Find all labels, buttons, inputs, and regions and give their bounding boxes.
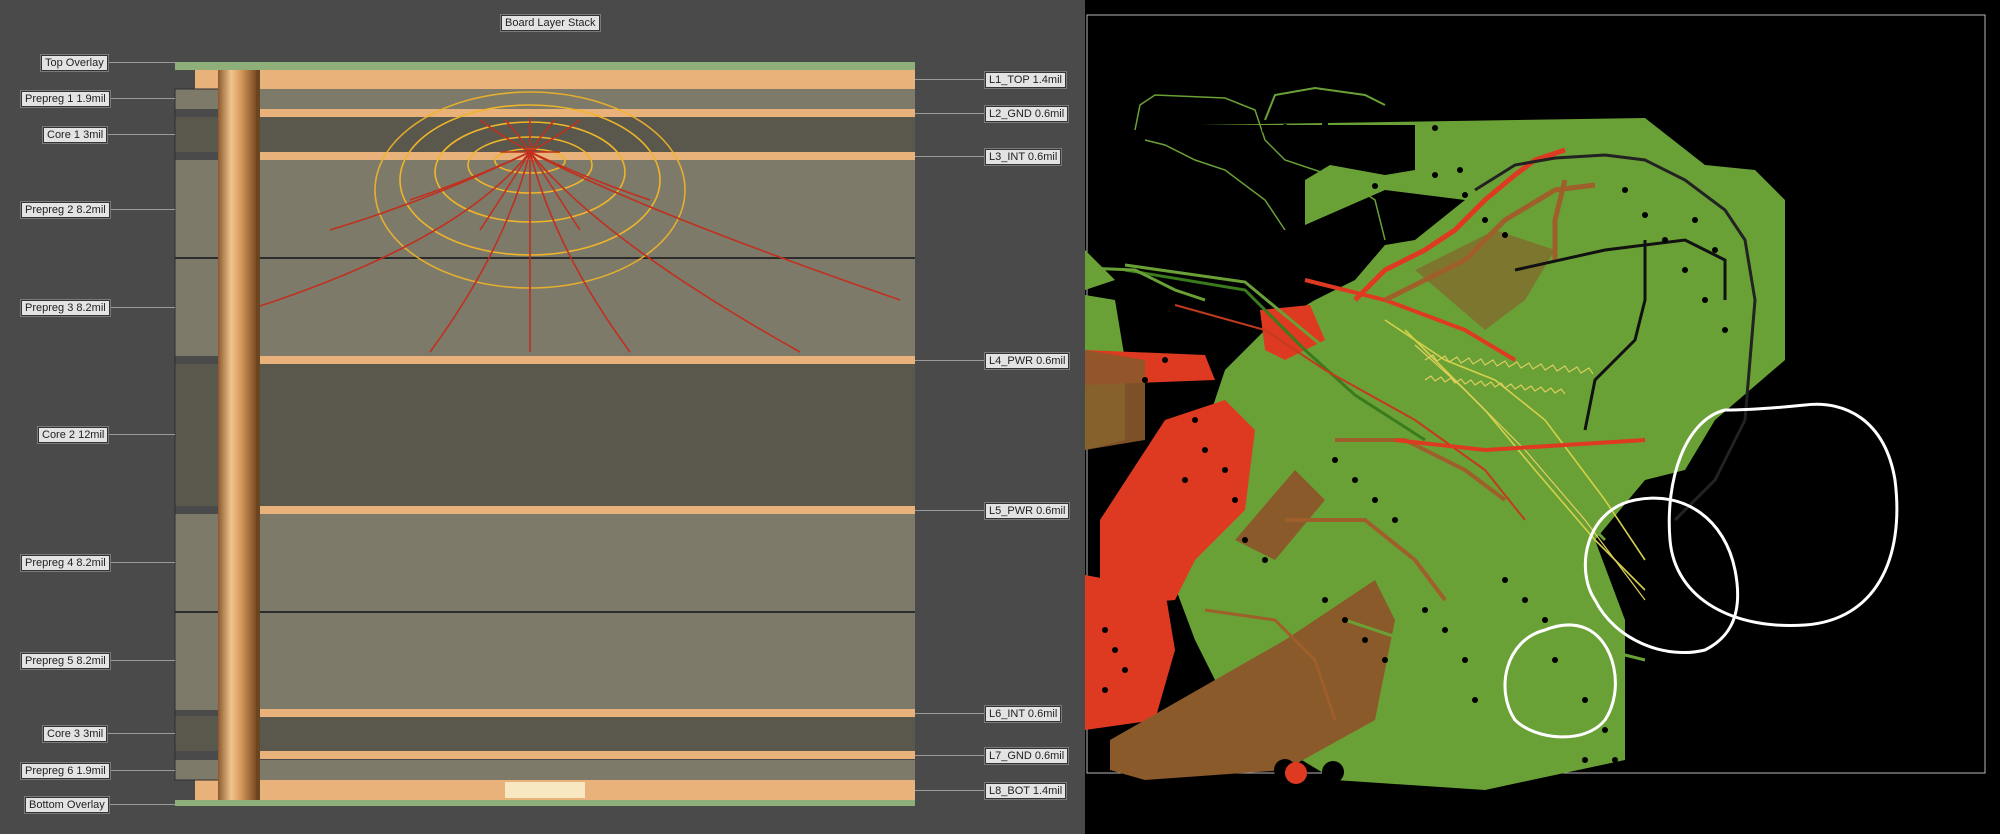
label-l2-gnd: L2_GND 0.6mil: [984, 105, 1070, 123]
via-barrel-icon: [218, 70, 256, 800]
test-pad-red: [1285, 762, 1307, 784]
label-l3-int: L3_INT 0.6mil: [984, 148, 1063, 166]
copper-l7-gnd: [258, 751, 915, 759]
label-prepreg-5: Prepreg 5 8.2mil: [20, 652, 111, 670]
label-top-overlay: Top Overlay: [40, 54, 109, 72]
label-l5-pwr: L5_PWR 0.6mil: [984, 502, 1071, 520]
label-core-2: Core 2 12mil: [37, 426, 110, 444]
label-l6-int: L6_INT 0.6mil: [984, 705, 1063, 723]
label-l1-top: L1_TOP 1.4mil: [984, 71, 1067, 89]
prepreg-4-block: [175, 514, 915, 612]
copper-l4-pwr: [258, 356, 915, 364]
pcb-canvas[interactable]: [1085, 0, 2000, 834]
test-pad-black: [1322, 761, 1344, 783]
label-core-1: Core 1 3mil: [42, 126, 109, 144]
bottom-overlay-layer: [175, 800, 915, 806]
label-core-3: Core 3 3mil: [42, 725, 109, 743]
label-prepreg-6: Prepreg 6 1.9mil: [20, 762, 111, 780]
prepreg-5-block: [175, 612, 915, 710]
label-prepreg-1: Prepreg 1 1.9mil: [20, 90, 111, 108]
label-prepreg-2: Prepreg 2 8.2mil: [20, 201, 111, 219]
copper-l1-top: [195, 70, 915, 89]
label-l8-bot: L8_BOT 1.4mil: [984, 782, 1068, 800]
copper-l5-pwr: [258, 506, 915, 514]
top-overlay-layer: [175, 62, 915, 70]
prepreg-3-block: [175, 258, 915, 356]
label-prepreg-3: Prepreg 3 8.2mil: [20, 299, 111, 317]
layer-stack-drawing: [174, 62, 915, 806]
pcb-layout-pane[interactable]: [1085, 0, 2000, 834]
stack-title: Board Layer Stack: [500, 14, 601, 32]
core-2-block: [175, 364, 915, 506]
label-l4-pwr: L4_PWR 0.6mil: [984, 352, 1071, 370]
label-prepreg-4: Prepreg 4 8.2mil: [20, 554, 111, 572]
layer-stack-pane: Board Layer Stack Top Overlay Prepreg 1 …: [0, 0, 1085, 834]
copper-l6-int: [258, 709, 915, 717]
prepreg-6-block: [175, 760, 915, 780]
label-bottom-overlay: Bottom Overlay: [24, 796, 110, 814]
label-l7-gnd: L7_GND 0.6mil: [984, 747, 1070, 765]
core-3-block: [175, 716, 915, 751]
